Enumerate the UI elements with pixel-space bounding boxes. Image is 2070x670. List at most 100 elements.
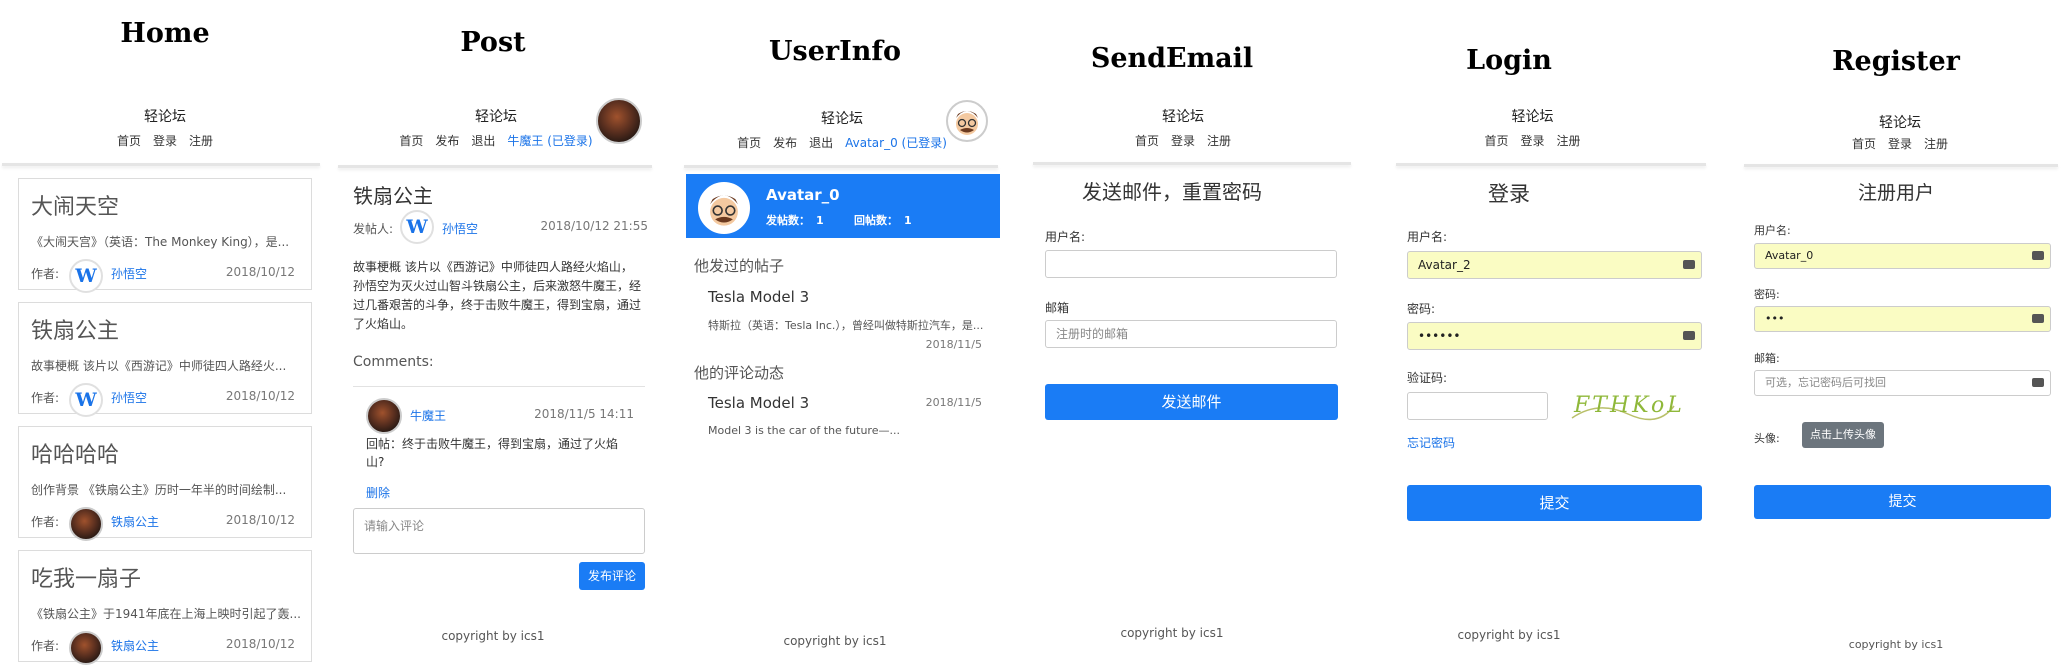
user-avatar[interactable] — [946, 100, 988, 142]
commenter-name[interactable]: 牛魔王 — [410, 407, 446, 424]
forgot-password-link[interactable]: 忘记密码 — [1407, 434, 1455, 451]
login-submit-button[interactable]: 提交 — [1407, 485, 1702, 521]
nav-current-user[interactable]: Avatar_0 (已登录) — [845, 136, 947, 150]
navbar-divider — [2, 163, 320, 166]
author-name[interactable]: 铁扇公主 — [111, 637, 159, 654]
password-manager-icon[interactable] — [2032, 251, 2044, 260]
nav-register[interactable]: 注册 — [1207, 134, 1231, 148]
username-input[interactable] — [1045, 250, 1337, 278]
author-name[interactable]: 孙悟空 — [111, 265, 147, 282]
captcha-input[interactable] — [1407, 392, 1548, 420]
password-manager-icon[interactable] — [1683, 331, 1695, 340]
nav-home[interactable]: 首页 — [1484, 134, 1508, 148]
posts-count: 1 — [816, 214, 824, 227]
post-card[interactable]: 吃我一扇子 《铁扇公主》于1941年底在上海上映时引起了轰... 作者: 铁扇公… — [18, 550, 312, 665]
comments-heading: 他的评论动态 — [694, 364, 785, 382]
password-manager-icon[interactable] — [1683, 260, 1695, 269]
send-email-button[interactable]: 发送邮件 — [1045, 384, 1338, 420]
submit-comment-button[interactable]: 发布评论 — [579, 562, 645, 590]
post-card[interactable]: 大闹天空 《大闹天宫》（英语：The Monkey King），是... 作者:… — [18, 178, 312, 293]
nav-home[interactable]: 首页 — [117, 134, 141, 148]
user-post-summary: 特斯拉（英语：Tesla Inc.），曾经叫做特斯拉汽车，是... — [708, 319, 984, 332]
brand[interactable]: 轻论坛 — [0, 106, 330, 126]
author-avatar: W — [69, 383, 103, 417]
brand[interactable]: 轻论坛 — [1734, 112, 2066, 132]
username-input[interactable]: Avatar_2 — [1407, 251, 1702, 279]
post-card[interactable]: 铁扇公主 故事梗概 该片以《西游记》中师徒四人路经火... 作者: W 孙悟空 … — [18, 302, 312, 417]
nav-post[interactable]: 发布 — [435, 134, 459, 148]
user-comment-title[interactable]: Tesla Model 3 — [708, 394, 809, 412]
register-submit-button[interactable]: 提交 — [1754, 485, 2051, 519]
nav-home[interactable]: 首页 — [1135, 134, 1159, 148]
password-input[interactable]: •••••• — [1407, 322, 1702, 350]
password-manager-icon[interactable] — [2032, 378, 2044, 387]
captcha-text: FTHKoL — [1574, 393, 1685, 418]
post-body: 故事梗概 该片以《西游记》中师徒四人路经火焰山，孙悟空为灭火过山智斗铁扇公主，后… — [353, 260, 642, 331]
nav-register[interactable]: 注册 — [1924, 137, 1948, 151]
panel-title-userinfo: UserInfo — [768, 36, 902, 67]
nav-logout[interactable]: 退出 — [809, 136, 833, 150]
user-avatar[interactable] — [596, 98, 642, 144]
copyright: copyright by ics1 — [1457, 628, 1561, 642]
panel-title-register: Register — [1832, 46, 1960, 77]
username-input[interactable]: Avatar_0 — [1754, 243, 2051, 269]
username-value: Avatar_0 — [1765, 249, 1814, 262]
posts-count-label: 发帖数： 1 — [766, 212, 824, 228]
panel-title-post: Post — [460, 27, 526, 58]
delete-link[interactable]: 删除 — [366, 484, 390, 501]
nav-home[interactable]: 首页 — [737, 136, 761, 150]
captcha-image[interactable]: FTHKoL — [1568, 390, 1682, 424]
user-post-title[interactable]: Tesla Model 3 — [708, 288, 809, 306]
comment-text: 回帖：终于击败牛魔王，得到宝扇，通过了火焰山? — [366, 437, 619, 469]
password-value: ••• — [1765, 312, 1785, 325]
post-title[interactable]: 大闹天空 — [31, 189, 119, 221]
nav-post[interactable]: 发布 — [773, 136, 797, 150]
password-manager-icon[interactable] — [2032, 314, 2044, 323]
posts-count-label-text: 发帖数： — [766, 214, 810, 227]
nav-links: 首页 登录 注册 — [1010, 132, 1356, 149]
nav-register[interactable]: 注册 — [1557, 134, 1581, 148]
upload-avatar-button[interactable]: 点击上传头像 — [1802, 422, 1884, 448]
comment-textarea[interactable]: 请输入评论 — [353, 508, 645, 554]
profile-avatar — [698, 182, 750, 234]
navbar: 轻论坛 首页 登录 注册 — [0, 106, 330, 149]
post-summary: 《大闹天宫》（英语：The Monkey King），是... — [31, 235, 290, 249]
email-input[interactable]: 可选，忘记密码后可找回 — [1754, 370, 2051, 396]
password-input[interactable]: ••• — [1754, 306, 2051, 332]
author-name[interactable]: 孙悟空 — [111, 389, 147, 406]
nav-register[interactable]: 注册 — [189, 134, 213, 148]
post-title[interactable]: 铁扇公主 — [31, 313, 119, 345]
poster-name[interactable]: 孙悟空 — [442, 220, 478, 237]
nav-home[interactable]: 首页 — [1852, 137, 1876, 151]
nav-login[interactable]: 登录 — [1171, 134, 1195, 148]
nav-login[interactable]: 登录 — [1888, 137, 1912, 151]
brand[interactable]: 轻论坛 — [1349, 106, 1716, 126]
panel-title-sendemail: SendEmail — [1090, 43, 1254, 74]
posts-heading: 他发过的帖子 — [694, 257, 785, 275]
comments-label: Comments: — [353, 354, 434, 370]
author-name[interactable]: 铁扇公主 — [111, 513, 159, 530]
post-date: 2018/10/12 — [225, 513, 295, 527]
nav-current-user[interactable]: 牛魔王 (已登录) — [507, 134, 592, 148]
email-placeholder: 可选，忘记密码后可找回 — [1765, 376, 1886, 389]
register-heading: 注册用户 — [1857, 182, 1934, 204]
sendemail-heading: 发送邮件，重置密码 — [1082, 180, 1262, 204]
password-label: 密码: — [1407, 302, 1436, 316]
nav-login[interactable]: 登录 — [1520, 134, 1544, 148]
userinfo-panel: UserInfo 轻论坛 首页 发布 退出 Avatar_0 (已登录) Avatar… — [682, 0, 1002, 670]
post-title[interactable]: 吃我一扇子 — [31, 561, 141, 593]
post-title[interactable]: 哈哈哈哈 — [31, 437, 119, 469]
email-input[interactable]: 注册时的邮箱 — [1045, 320, 1337, 348]
author-avatar — [69, 631, 103, 665]
nav-logout[interactable]: 退出 — [471, 134, 495, 148]
nav-home[interactable]: 首页 — [399, 134, 423, 148]
comments-divider — [353, 386, 645, 387]
user-post-date: 2018/11/5 — [925, 338, 982, 351]
nav-login[interactable]: 登录 — [153, 134, 177, 148]
brand[interactable]: 轻论坛 — [1010, 106, 1356, 126]
author-label: 作者: — [31, 639, 60, 653]
login-heading: 登录 — [1488, 182, 1530, 206]
post-card[interactable]: 哈哈哈哈 创作背景 《铁扇公主》历时一年半的时间绘制... 作者: 铁扇公主 2… — [18, 426, 312, 541]
email-label: 邮箱: — [1754, 352, 1780, 365]
profile-name: Avatar_0 — [766, 186, 840, 204]
